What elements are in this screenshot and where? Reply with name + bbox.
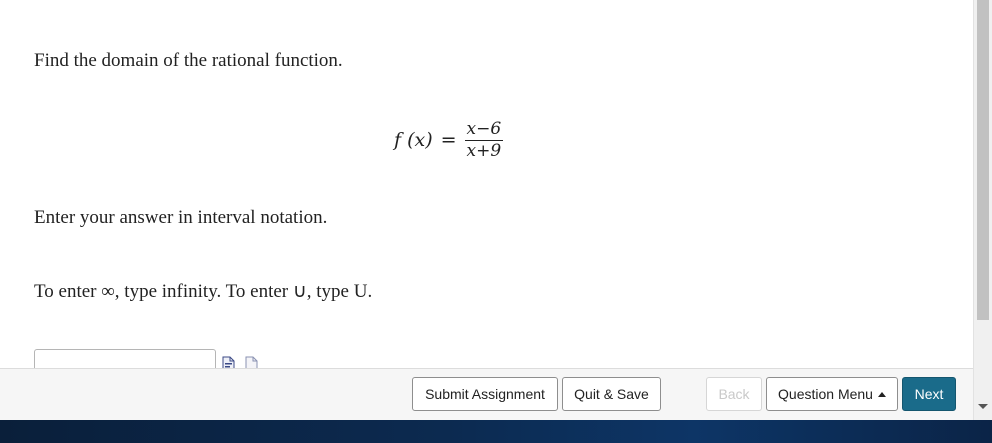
answer-input[interactable] bbox=[34, 349, 216, 368]
taskbar bbox=[0, 420, 992, 443]
equals-sign: = bbox=[440, 129, 457, 151]
submit-assignment-button[interactable]: Submit Assignment bbox=[412, 377, 558, 411]
preview-document-icon[interactable] bbox=[222, 356, 235, 368]
quit-save-button[interactable]: Quit & Save bbox=[562, 377, 661, 411]
fraction-numerator: x−6 bbox=[464, 118, 504, 141]
scroll-down-arrow-icon[interactable] bbox=[978, 404, 988, 409]
document-icon[interactable] bbox=[245, 356, 258, 368]
question-prompt: Find the domain of the rational function… bbox=[34, 50, 343, 71]
vertical-scrollbar[interactable] bbox=[973, 0, 992, 420]
back-button[interactable]: Back bbox=[706, 377, 762, 411]
function-lhs: f (x) bbox=[394, 129, 433, 151]
question-menu-button[interactable]: Question Menu bbox=[766, 377, 898, 411]
instruction-text: Enter your answer in interval notation. bbox=[34, 207, 328, 228]
caret-up-icon bbox=[877, 392, 886, 397]
fraction-denominator: x+9 bbox=[466, 140, 502, 161]
question-menu-label: Question Menu bbox=[778, 386, 873, 402]
fraction: x−6 x+9 bbox=[464, 118, 504, 161]
next-button[interactable]: Next bbox=[902, 377, 956, 411]
hint-text: To enter ∞, type infinity. To enter ∪, t… bbox=[34, 281, 373, 302]
assignment-footer: Submit Assignment Quit & Save Back Quest… bbox=[0, 368, 973, 420]
scrollbar-thumb[interactable] bbox=[977, 0, 989, 320]
question-panel: Find the domain of the rational function… bbox=[0, 0, 973, 368]
function-equation: f (x) = x−6 x+9 bbox=[394, 118, 504, 162]
